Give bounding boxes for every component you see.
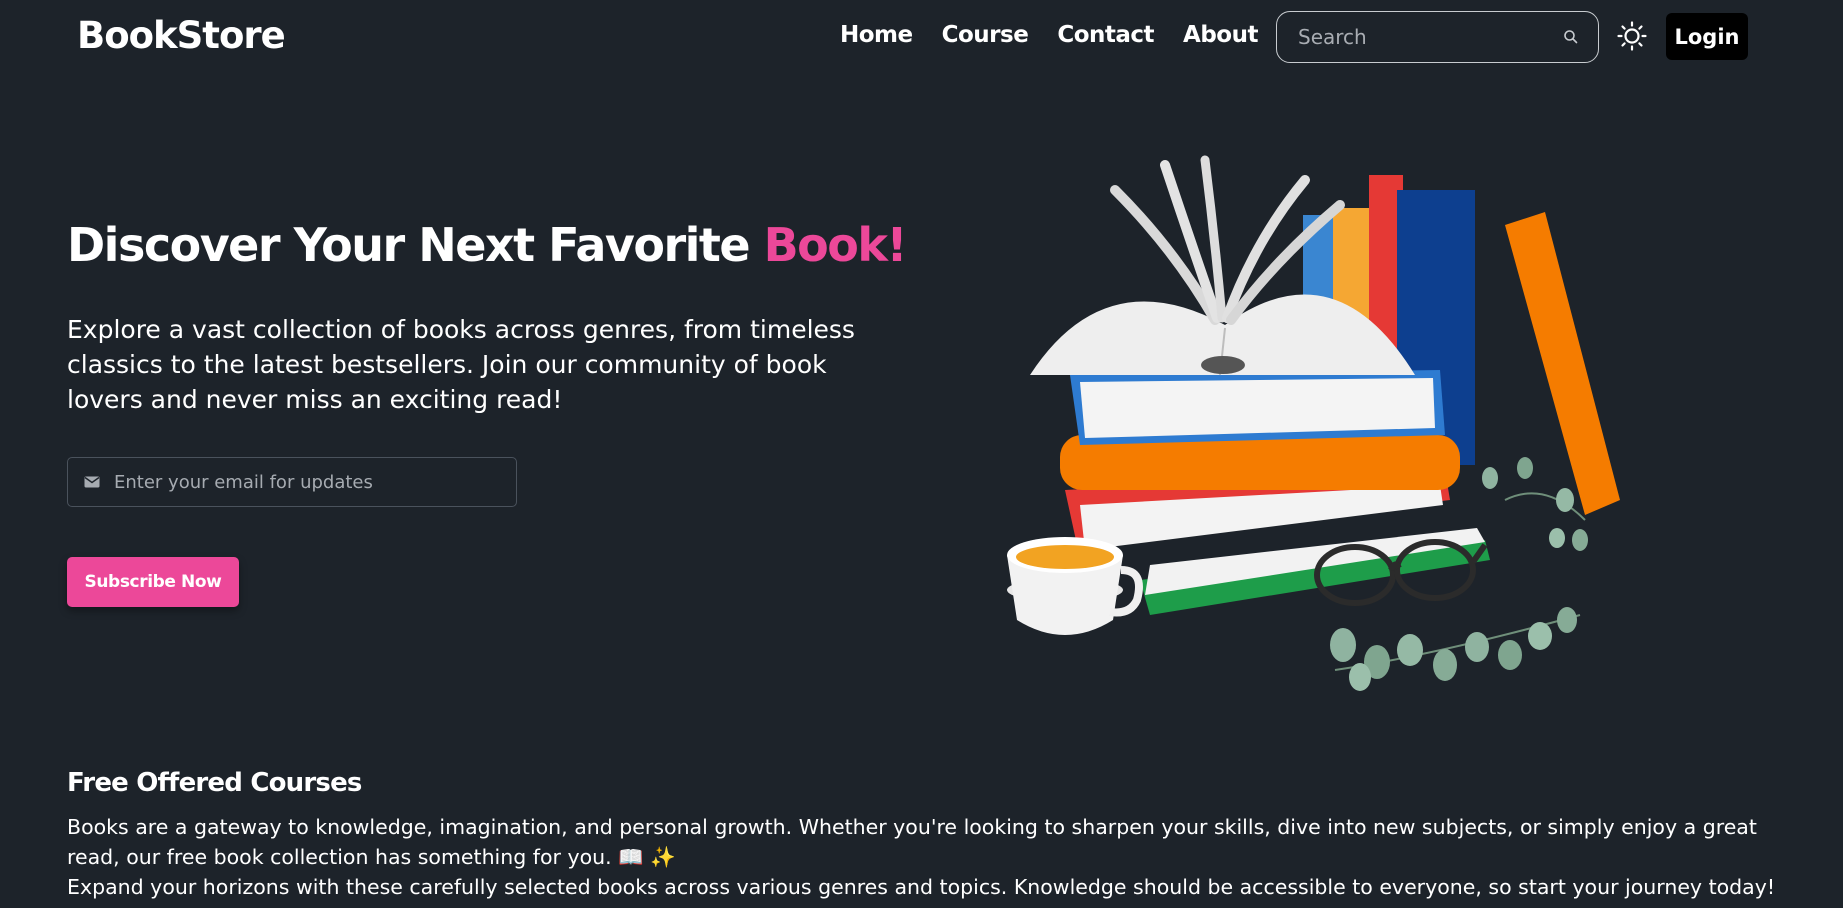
leaf-branch-right [1482,457,1588,551]
email-input[interactable] [112,470,500,494]
nav-item-home: Home [840,22,913,48]
search-icon[interactable] [1562,28,1580,46]
nav-link-contact[interactable]: Contact [1057,22,1154,48]
navbar: BookStore Home Course Contact About Sear… [0,0,1843,74]
search-input[interactable] [1296,24,1562,50]
coffee-cup [1007,537,1143,635]
sun-icon[interactable] [1616,20,1648,52]
hero-description: Explore a vast collection of books acros… [67,315,855,414]
courses-paragraph-2: Expand your horizons with these carefull… [67,875,1776,899]
hero-title-main: Discover Your Next Favorite [67,218,764,272]
login-button[interactable]: Login [1666,13,1748,60]
nav-item-about: About [1183,22,1258,48]
courses-title: Free Offered Courses [67,768,362,798]
courses-paragraph-1: Books are a gateway to knowledge, imagin… [67,815,1757,869]
nav-link-about[interactable]: About [1183,22,1258,48]
subscribe-button[interactable]: Subscribe Now [67,557,239,607]
nav-link-course[interactable]: Course [942,22,1029,48]
courses-description: Books are a gateway to knowledge, imagin… [67,812,1787,902]
books-illustration [1007,155,1620,691]
nav-item-course: Course [942,22,1029,48]
email-field [67,457,517,507]
brand-logo[interactable]: BookStore [77,14,286,57]
search-box [1276,11,1599,63]
hero-title-accent: Book! [763,218,908,272]
hero-title: Discover Your Next Favorite Book! [67,218,908,272]
nav-link-home[interactable]: Home [840,22,913,48]
nav-item-contact: Contact [1057,22,1154,48]
nav-menu: Home Course Contact About [840,22,1258,48]
envelope-icon [84,473,100,492]
leaf-branch-bottom [1330,607,1581,691]
